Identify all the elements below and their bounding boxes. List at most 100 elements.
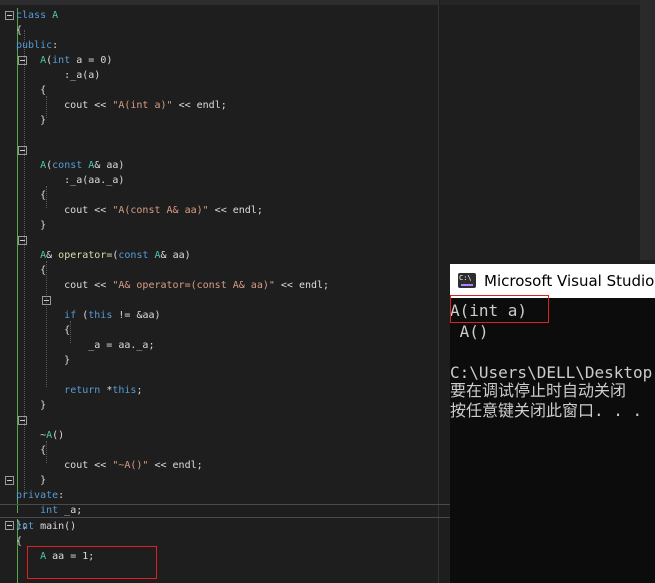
fold-toggle-copy-ctor[interactable] xyxy=(18,146,27,155)
code-line[interactable]: { xyxy=(16,23,22,38)
code-token: return xyxy=(64,385,101,396)
fold-toggle-class[interactable] xyxy=(5,11,14,20)
code-token: _a; xyxy=(58,505,83,516)
code-token: << endl; xyxy=(148,460,203,471)
code-token: { xyxy=(16,325,71,336)
console-line: A() xyxy=(450,322,489,341)
code-line[interactable]: { xyxy=(16,83,46,98)
code-token: "A(const A& aa)" xyxy=(112,205,209,216)
code-token: a = 0) xyxy=(70,55,113,66)
code-token: } xyxy=(16,475,47,486)
code-token: } xyxy=(16,115,47,126)
code-line[interactable]: } xyxy=(16,218,46,233)
code-line[interactable]: A& operator=(const A& aa) xyxy=(16,248,191,263)
code-token: & aa) xyxy=(160,250,191,261)
code-token: cout << xyxy=(16,205,113,216)
code-token: int xyxy=(52,55,71,66)
code-token: () xyxy=(52,430,65,441)
code-token: int xyxy=(16,521,35,532)
code-token: * xyxy=(100,385,113,396)
code-line[interactable]: { xyxy=(16,263,46,278)
code-token: } xyxy=(16,400,47,411)
code-line[interactable]: A(const A& aa) xyxy=(16,158,124,173)
fold-toggle-operator[interactable] xyxy=(18,236,27,245)
code-token: _a = aa._a; xyxy=(16,340,155,351)
code-line[interactable]: private: xyxy=(16,488,64,503)
code-token: cout << xyxy=(16,460,113,471)
code-token: class xyxy=(16,10,53,21)
code-line[interactable]: { xyxy=(16,323,70,338)
code-token: << endl; xyxy=(172,100,227,111)
editor-scrollbar[interactable] xyxy=(640,0,655,260)
code-line[interactable]: _a = aa._a; xyxy=(16,338,154,353)
code-line[interactable]: cout << "~A()" << endl; xyxy=(16,458,203,473)
code-token: << endl; xyxy=(208,205,263,216)
code-line[interactable]: { xyxy=(16,534,22,549)
console-line: C:\Users\DELL\Desktop xyxy=(450,363,653,382)
code-token: main() xyxy=(34,521,77,532)
code-token: "A& operator=(const A& aa)" xyxy=(112,280,275,291)
code-line[interactable]: if (this != &aa) xyxy=(16,308,161,323)
code-token: != &aa) xyxy=(112,310,161,321)
code-line[interactable]: } xyxy=(16,353,70,368)
code-line[interactable]: cout << "A& operator=(const A& aa)" << e… xyxy=(16,278,329,293)
code-token: { xyxy=(16,536,23,547)
console-title: Microsoft Visual Studio xyxy=(484,272,655,290)
code-token: A xyxy=(148,250,161,261)
code-token: const xyxy=(118,250,149,261)
code-line[interactable]: ~A() xyxy=(16,428,64,443)
code-token: :_a(aa._a) xyxy=(16,175,125,186)
console-window[interactable]: Microsoft Visual Studio A(int a) A() C:\… xyxy=(450,264,655,583)
code-line[interactable]: } xyxy=(16,113,46,128)
code-line[interactable]: int _a; xyxy=(16,503,82,518)
editor-scrollbar-divider[interactable] xyxy=(438,0,439,583)
code-token: ~ xyxy=(16,430,47,441)
code-line[interactable]: class A xyxy=(16,8,58,23)
code-token: } xyxy=(16,220,47,231)
fold-toggle-main[interactable] xyxy=(5,521,14,530)
code-token: & xyxy=(46,250,59,261)
code-line[interactable]: :_a(a) xyxy=(16,68,100,83)
fold-toggle-private[interactable] xyxy=(5,476,14,485)
code-line[interactable]: cout << "A(const A& aa)" << endl; xyxy=(16,203,263,218)
console-line: 要在调试停止时自动关闭 xyxy=(450,381,627,400)
code-token: public xyxy=(16,40,53,51)
highlight-box-output xyxy=(450,295,549,323)
code-token: : xyxy=(58,490,65,501)
code-token: "A(int a)" xyxy=(112,100,173,111)
code-line[interactable]: } xyxy=(16,398,46,413)
highlight-box-aa-assignment xyxy=(27,546,157,579)
code-token: if xyxy=(64,310,77,321)
code-line[interactable]: :_a(aa._a) xyxy=(16,173,124,188)
code-token: A xyxy=(82,160,95,171)
code-token: "~A()" xyxy=(112,460,149,471)
code-line[interactable]: public: xyxy=(16,38,58,53)
code-token: << endl; xyxy=(274,280,330,291)
fold-toggle-if[interactable] xyxy=(42,296,51,305)
code-token: : xyxy=(52,40,59,51)
code-token: const xyxy=(52,160,83,171)
code-line[interactable]: cout << "A(int a)" << endl; xyxy=(16,98,227,113)
code-line[interactable]: return *this; xyxy=(16,383,142,398)
code-token: { xyxy=(16,25,23,36)
fold-toggle-dtor[interactable] xyxy=(18,416,27,425)
code-token: cout << xyxy=(16,280,113,291)
code-line[interactable]: int main() xyxy=(16,519,76,534)
code-token: this xyxy=(88,310,113,321)
code-token: :_a(a) xyxy=(16,70,101,81)
code-line[interactable]: } xyxy=(16,473,46,488)
code-token: private xyxy=(16,490,59,501)
code-line[interactable]: { xyxy=(16,443,46,458)
console-titlebar[interactable]: Microsoft Visual Studio xyxy=(450,264,655,298)
code-token: ; xyxy=(136,385,143,396)
code-line[interactable]: { xyxy=(16,188,46,203)
code-line[interactable]: A(int a = 0) xyxy=(16,53,112,68)
code-token: ( xyxy=(76,310,89,321)
console-line: 按任意键关闭此窗口. . . xyxy=(450,401,643,420)
code-token: & aa) xyxy=(94,160,125,171)
